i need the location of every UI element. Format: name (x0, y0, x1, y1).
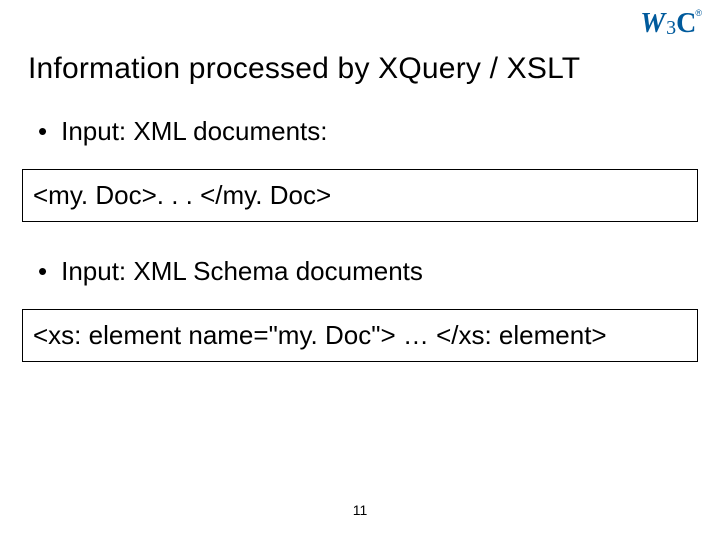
slide-content: • Input: XML documents: <my. Doc>. . . <… (0, 86, 720, 362)
bullet-dot-icon: • (38, 256, 47, 287)
bullet-item: • Input: XML documents: (22, 116, 698, 147)
code-box-xml: <my. Doc>. . . </my. Doc> (22, 169, 698, 222)
logo-c: C (676, 10, 696, 38)
bullet-text: Input: XML documents: (61, 116, 327, 147)
logo-registered: ® (695, 8, 702, 18)
logo-w-letter: W (640, 10, 665, 38)
logo-3: 3 (666, 18, 676, 38)
w3c-logo: W 3 C ® (640, 10, 702, 38)
bullet-dot-icon: • (38, 116, 47, 147)
slide-title: Information processed by XQuery / XSLT (0, 0, 720, 86)
bullet-text: Input: XML Schema documents (61, 256, 423, 287)
bullet-item: • Input: XML Schema documents (22, 256, 698, 287)
page-number: 11 (353, 502, 368, 518)
logo-3c: 3 C (666, 10, 696, 38)
code-box-schema: <xs: element name="my. Doc"> … </xs: ele… (22, 309, 698, 362)
